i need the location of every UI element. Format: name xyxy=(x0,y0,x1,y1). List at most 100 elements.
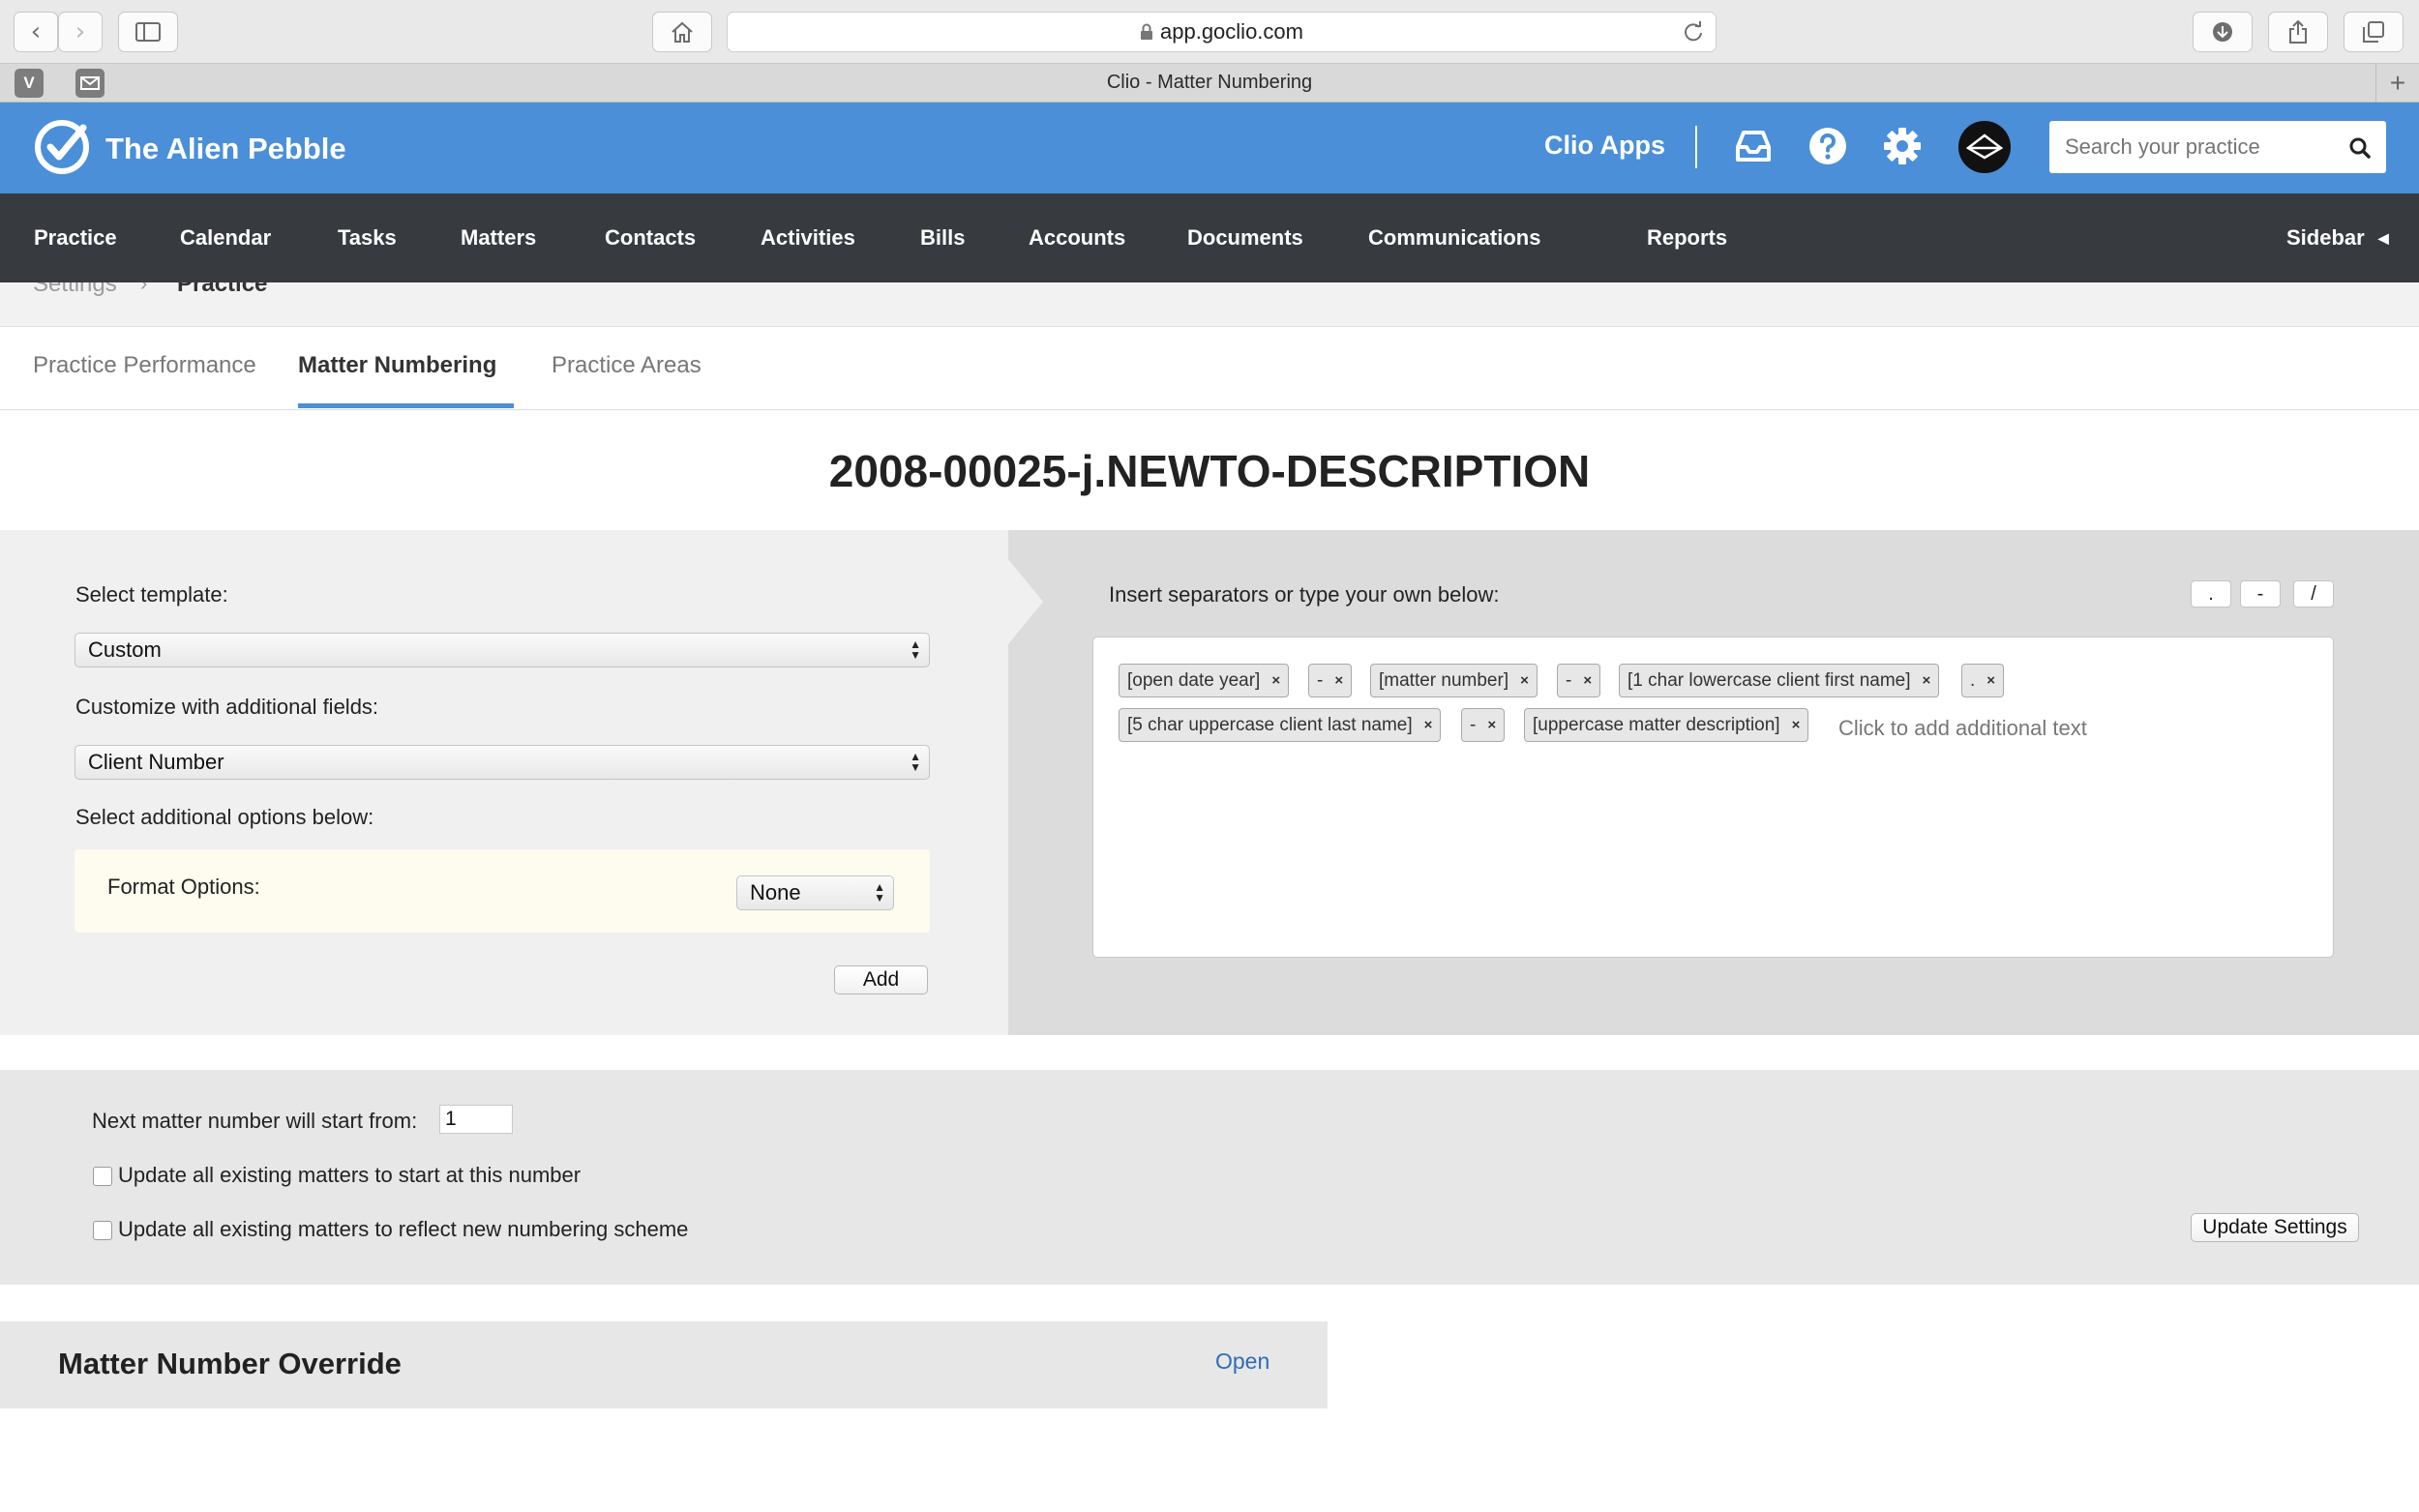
add-button[interactable]: Add xyxy=(834,965,928,994)
remove-chip-icon[interactable]: × xyxy=(1923,672,1931,689)
chevron-left-icon: ‹ xyxy=(30,17,42,46)
update-scheme-checkbox[interactable] xyxy=(93,1221,112,1240)
nav-matters[interactable]: Matters xyxy=(461,225,536,251)
vimeo-favicon-icon[interactable]: V xyxy=(15,69,44,98)
override-title: Matter Number Override xyxy=(58,1347,402,1380)
inbox-icon[interactable] xyxy=(1735,130,1772,163)
remove-chip-icon[interactable]: × xyxy=(1520,672,1529,689)
downloads-button[interactable] xyxy=(2193,12,2253,52)
sidebar-icon xyxy=(135,22,161,42)
format-chip[interactable]: [uppercase matter description] × xyxy=(1524,708,1809,742)
reload-icon[interactable] xyxy=(1683,21,1704,43)
search-icon[interactable] xyxy=(2349,137,2371,159)
share-icon xyxy=(2289,20,2307,44)
update-start-checkbox[interactable] xyxy=(93,1167,112,1186)
customize-select[interactable]: Client Number ▲ ▼ xyxy=(75,745,930,780)
search-box xyxy=(2049,121,2386,173)
customize-value: Client Number xyxy=(88,750,224,774)
chevron-right-icon: › xyxy=(140,282,148,295)
nav-reports[interactable]: Reports xyxy=(1647,225,1727,251)
remove-chip-icon[interactable]: × xyxy=(1334,672,1343,689)
remove-chip-icon[interactable]: × xyxy=(1792,717,1801,733)
separator-dash-button[interactable]: - xyxy=(2240,580,2281,608)
remove-chip-icon[interactable]: × xyxy=(1986,672,1995,689)
gear-icon[interactable] xyxy=(1883,127,1922,165)
breadcrumb: Settings › Practice xyxy=(0,282,2419,327)
browser-tab-bar: Clio - Matter Numbering xyxy=(0,64,2419,103)
format-chip[interactable]: [matter number] × xyxy=(1370,664,1538,697)
mail-favicon-icon[interactable] xyxy=(75,69,105,98)
override-open-link[interactable]: Open xyxy=(1215,1349,1269,1375)
browser-toolbar: ‹ › app.goclio.com xyxy=(0,0,2419,64)
avatar[interactable] xyxy=(1958,121,2011,173)
sidebar-toggle-button[interactable] xyxy=(118,12,178,52)
chip-label: - xyxy=(1317,669,1324,691)
nav-bills[interactable]: Bills xyxy=(920,225,965,251)
format-chip[interactable]: . × xyxy=(1961,664,2005,697)
chip-label: [1 char lowercase client first name] xyxy=(1628,669,1911,691)
tab-title[interactable]: Clio - Matter Numbering xyxy=(1107,72,1312,94)
tab-practice-areas[interactable]: Practice Areas xyxy=(552,352,702,379)
matter-number-preview: 2008-00025-j.NEWTO-DESCRIPTION xyxy=(828,446,1591,496)
tab-matter-numbering[interactable]: Matter Numbering xyxy=(298,352,496,379)
separator-dot-button[interactable]: . xyxy=(2191,580,2231,608)
select-arrows-icon: ▲ ▼ xyxy=(874,880,885,904)
format-chip[interactable]: - × xyxy=(1308,664,1353,697)
tabs-icon xyxy=(2363,21,2384,43)
update-start-label[interactable]: Update all existing matters to start at … xyxy=(118,1163,581,1188)
format-chip[interactable]: [5 char uppercase client last name] × xyxy=(1119,708,1442,742)
app-name[interactable]: The Alien Pebble xyxy=(105,132,346,166)
template-select[interactable]: Custom ▲ ▼ xyxy=(75,633,930,667)
sidebar-label: Sidebar xyxy=(2286,225,2365,250)
chip-label: - xyxy=(1470,714,1477,735)
remove-chip-icon[interactable]: × xyxy=(1271,672,1280,689)
share-button[interactable] xyxy=(2268,12,2328,52)
forward-button[interactable]: › xyxy=(58,12,103,52)
format-select[interactable]: None ▲ ▼ xyxy=(736,875,894,910)
add-text-input[interactable]: Click to add additional text xyxy=(1838,716,2087,741)
breadcrumb-practice: Practice xyxy=(177,282,268,297)
format-chip[interactable]: - × xyxy=(1557,664,1601,697)
caret-left-icon: ◀ xyxy=(2377,230,2389,246)
chip-label: - xyxy=(1566,669,1572,691)
sidebar-toggle[interactable]: Sidebar ◀ xyxy=(2286,225,2389,251)
breadcrumb-settings[interactable]: Settings xyxy=(33,282,117,298)
separator-slash-button[interactable]: / xyxy=(2293,580,2334,608)
clio-apps-link[interactable]: Clio Apps xyxy=(1544,131,1665,161)
format-value: None xyxy=(750,880,801,904)
format-label: Format Options: xyxy=(107,875,260,899)
new-tab-button[interactable]: + xyxy=(2375,64,2419,103)
nav-calendar[interactable]: Calendar xyxy=(180,225,271,251)
nav-communications[interactable]: Communications xyxy=(1368,225,1540,251)
settings-tabs: Practice Performance Matter Numbering Pr… xyxy=(0,327,2419,410)
update-scheme-label[interactable]: Update all existing matters to reflect n… xyxy=(118,1217,688,1242)
format-chip[interactable]: [1 char lowercase client first name] × xyxy=(1619,664,1940,697)
nav-activities[interactable]: Activities xyxy=(761,225,855,251)
remove-chip-icon[interactable]: × xyxy=(1424,717,1433,733)
page-content: Settings › Practice Practice Performance… xyxy=(0,282,2419,1512)
clio-logo-icon[interactable] xyxy=(33,118,91,176)
nav-contacts[interactable]: Contacts xyxy=(605,225,696,251)
address-bar[interactable]: app.goclio.com xyxy=(727,12,1717,52)
remove-chip-icon[interactable]: × xyxy=(1583,672,1592,689)
nav-tasks[interactable]: Tasks xyxy=(338,225,397,251)
help-icon[interactable] xyxy=(1808,127,1847,165)
format-chip[interactable]: - × xyxy=(1461,708,1506,742)
tabs-overview-button[interactable] xyxy=(2344,12,2404,52)
numbering-settings: Next matter number will start from: Upda… xyxy=(0,1070,2419,1285)
home-button[interactable] xyxy=(652,12,712,52)
back-button[interactable]: ‹ xyxy=(14,12,58,52)
format-chip[interactable]: [open date year] × xyxy=(1119,664,1290,697)
select-arrows-icon: ▲ ▼ xyxy=(910,750,921,774)
nav-practice[interactable]: Practice xyxy=(34,225,117,251)
search-input[interactable] xyxy=(2049,121,2340,173)
main-nav: Practice Calendar Tasks Matters Contacts… xyxy=(0,193,2419,282)
remove-chip-icon[interactable]: × xyxy=(1487,717,1496,733)
app-header: The Alien Pebble Clio Apps xyxy=(0,103,2419,193)
update-settings-button[interactable]: Update Settings xyxy=(2191,1213,2359,1242)
nav-accounts[interactable]: Accounts xyxy=(1029,225,1125,251)
next-number-input[interactable] xyxy=(439,1105,513,1134)
tab-practice-performance[interactable]: Practice Performance xyxy=(33,352,256,379)
nav-documents[interactable]: Documents xyxy=(1187,225,1303,251)
home-icon xyxy=(672,21,693,43)
